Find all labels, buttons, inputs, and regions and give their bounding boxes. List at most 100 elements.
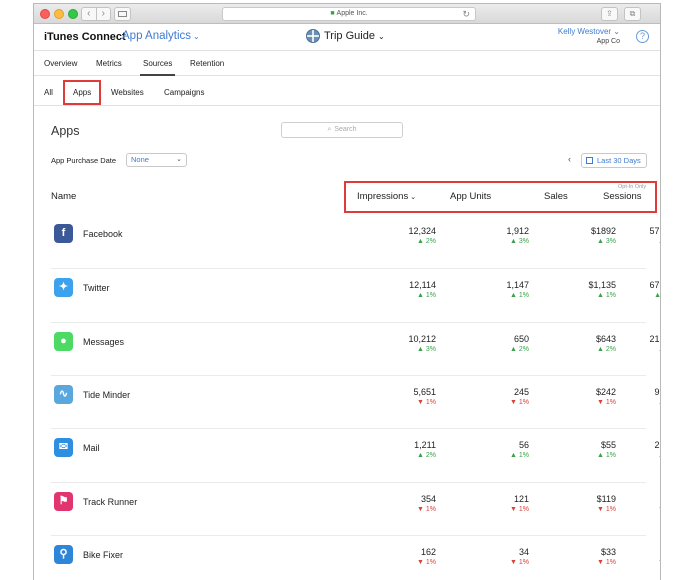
app-name[interactable]: Mail [83, 443, 100, 453]
sessions-value: 9,547 [654, 386, 660, 397]
impressions-change-value: 1% [425, 292, 436, 300]
tab-overview[interactable]: Overview [44, 59, 77, 68]
calendar-icon [586, 157, 593, 164]
arrow-up-icon: ▲ [658, 452, 660, 459]
units-change: ▼ 1% [459, 399, 529, 406]
product-label: App Analytics [122, 30, 192, 42]
impressions-change: ▼ 1% [366, 559, 436, 566]
arrow-down-icon: ▼ [596, 398, 604, 406]
date-range-button[interactable]: Last 30 Days [581, 153, 647, 168]
lock-icon: ■ [330, 10, 335, 17]
impressions-value: 5,651 [413, 386, 436, 397]
sessions-change: ▲ 10% [607, 292, 660, 299]
sessions-cell: 67,174▲ 10% [607, 280, 661, 299]
arrow-up-icon: ▲ [596, 345, 604, 353]
units-value: 34 [518, 546, 529, 557]
sales-value: $242 [595, 386, 616, 397]
tab-sources[interactable]: Sources [139, 59, 176, 76]
app-icon: ⚑ [54, 491, 73, 511]
app-icon: ✉ [54, 438, 73, 458]
impressions-change-value: 1% [425, 558, 436, 566]
previous-period-icon[interactable]: ‹ [568, 154, 571, 164]
product-menu[interactable]: App Analytics ⌄ [122, 30, 200, 42]
column-header-name[interactable]: Name [51, 191, 76, 202]
minimize-window-button[interactable] [54, 9, 64, 19]
impressions-change-value: 3% [425, 345, 436, 353]
purchase-date-select[interactable]: None ⌄ [126, 153, 187, 167]
units-cell: 1,912 ▲ 3% [459, 226, 529, 245]
table-row[interactable]: ●Messages10,212▲ 3%650▲ 2%$643▲ 2%21,431… [51, 321, 660, 375]
reload-icon[interactable]: ↻ [462, 8, 470, 20]
sessions-change: ▲ 1% [607, 452, 660, 459]
app-name[interactable]: Messages [83, 337, 124, 347]
units-change-value: 1% [518, 398, 529, 406]
sessions-value: 67,174 [649, 280, 661, 291]
help-icon[interactable]: ? [636, 30, 649, 43]
app-name[interactable]: Track Runner [83, 497, 137, 507]
column-header-app-units[interactable]: App Units [450, 191, 491, 202]
column-header-impressions[interactable]: Impressions ⌄ [357, 191, 416, 202]
sales-value: $119 [596, 493, 616, 504]
arrow-up-icon: ▲ [416, 345, 424, 353]
table-row[interactable]: ✉Mail1,211▲ 2%56▲ 1%$55▲ 1%2,124▲ 1% [51, 428, 660, 481]
app-selector[interactable]: Trip Guide ⌄ [306, 29, 385, 43]
column-header-sales[interactable]: Sales [544, 191, 568, 202]
arrow-up-icon: ▲ [596, 452, 604, 460]
impressions-label: Impressions [357, 191, 409, 202]
tab-metrics[interactable]: Metrics [96, 59, 122, 68]
arrow-up-icon: ▲ [509, 345, 517, 353]
app-name[interactable]: Twitter [83, 283, 110, 293]
subtab-campaigns[interactable]: Campaigns [164, 88, 204, 97]
brand-title[interactable]: iTunes Connect [44, 31, 126, 43]
units-change-value: 3% [518, 238, 529, 245]
arrow-up-icon: ▲ [658, 399, 660, 406]
units-value: 1,147 [506, 280, 529, 291]
zoom-window-button[interactable] [68, 9, 78, 19]
units-change: ▲ 1% [459, 452, 529, 459]
sessions-change: ▲ 1% [607, 346, 660, 353]
app-name[interactable]: Facebook [83, 229, 123, 239]
table-row[interactable]: ✦ Twitter 12,114 ▲ 1% 1,147 ▲ 1% $1,135 ▲ 1% 67,… [51, 268, 660, 321]
impressions-value: 1,211 [414, 440, 436, 451]
sessions-change: ▲ 1% [607, 238, 660, 245]
forward-arrow-icon[interactable]: › [97, 8, 111, 20]
sessions-value: 57,334 [649, 226, 661, 236]
subtab-websites[interactable]: Websites [111, 88, 144, 97]
search-input[interactable]: ⌕ Search [281, 122, 403, 138]
impressions-change: ▲ 2% [366, 238, 436, 245]
impressions-change-value: 2% [425, 238, 436, 245]
user-menu[interactable]: Kelly Westover ⌄ App Co [558, 27, 620, 47]
arrow-up-icon: ▲ [416, 452, 424, 460]
table-row[interactable]: ⚲Bike Fixer162▼ 1%34▼ 1%$33▼ 1%334▼ 1% [51, 534, 660, 580]
column-header-sessions[interactable]: Sessions [603, 191, 642, 202]
units-value: 56 [518, 440, 529, 451]
app-name[interactable]: Tide Minder [83, 390, 130, 400]
arrow-up-icon: ▲ [416, 292, 424, 300]
sessions-cell: 57,334 ▲ 1% [607, 226, 661, 245]
tabs-icon[interactable]: ⧉ [624, 7, 641, 21]
table-row[interactable]: ⚑Track Runner354▼ 1%121▼ 1%$119▼ 1%467▼ … [51, 481, 660, 535]
impressions-value: 10,212 [408, 333, 436, 344]
sales-change: ▲ 3% [546, 238, 616, 245]
sessions-cell: 9,547 ▲ 1% [607, 386, 660, 406]
user-org: App Co [596, 38, 620, 45]
share-icon[interactable]: ⇪ [601, 7, 618, 21]
sessions-change: ▲ 1% [607, 399, 660, 406]
address-bar[interactable]: ■ Apple Inc. ↻ [222, 7, 476, 21]
sidebar-toggle-icon[interactable] [114, 7, 131, 21]
table-row[interactable]: f Facebook 12,324 ▲ 2% 1,912 ▲ 3% $1892 ▲ 3% 57,… [51, 215, 660, 268]
close-window-button[interactable] [40, 9, 50, 19]
sales-cell: $1,135 ▲ 1% [546, 280, 616, 299]
impressions-cell: 12,324 ▲ 2% [366, 226, 436, 245]
arrow-down-icon: ▼ [416, 398, 424, 406]
subtab-all[interactable]: All [44, 88, 53, 97]
units-change-value: 2% [518, 345, 529, 353]
table-row[interactable]: ∿Tide Minder5,651▼ 1%245▼ 1%$242▼ 1%9,54… [51, 374, 660, 428]
apps-highlight-box [63, 80, 101, 105]
tab-retention[interactable]: Retention [190, 59, 224, 68]
arrow-down-icon: ▼ [658, 559, 660, 566]
sessions-change: ▼ 1% [607, 506, 660, 513]
back-arrow-icon[interactable]: ‹ [82, 8, 97, 20]
sessions-value: 334 [607, 547, 660, 557]
app-name[interactable]: Bike Fixer [83, 550, 123, 560]
